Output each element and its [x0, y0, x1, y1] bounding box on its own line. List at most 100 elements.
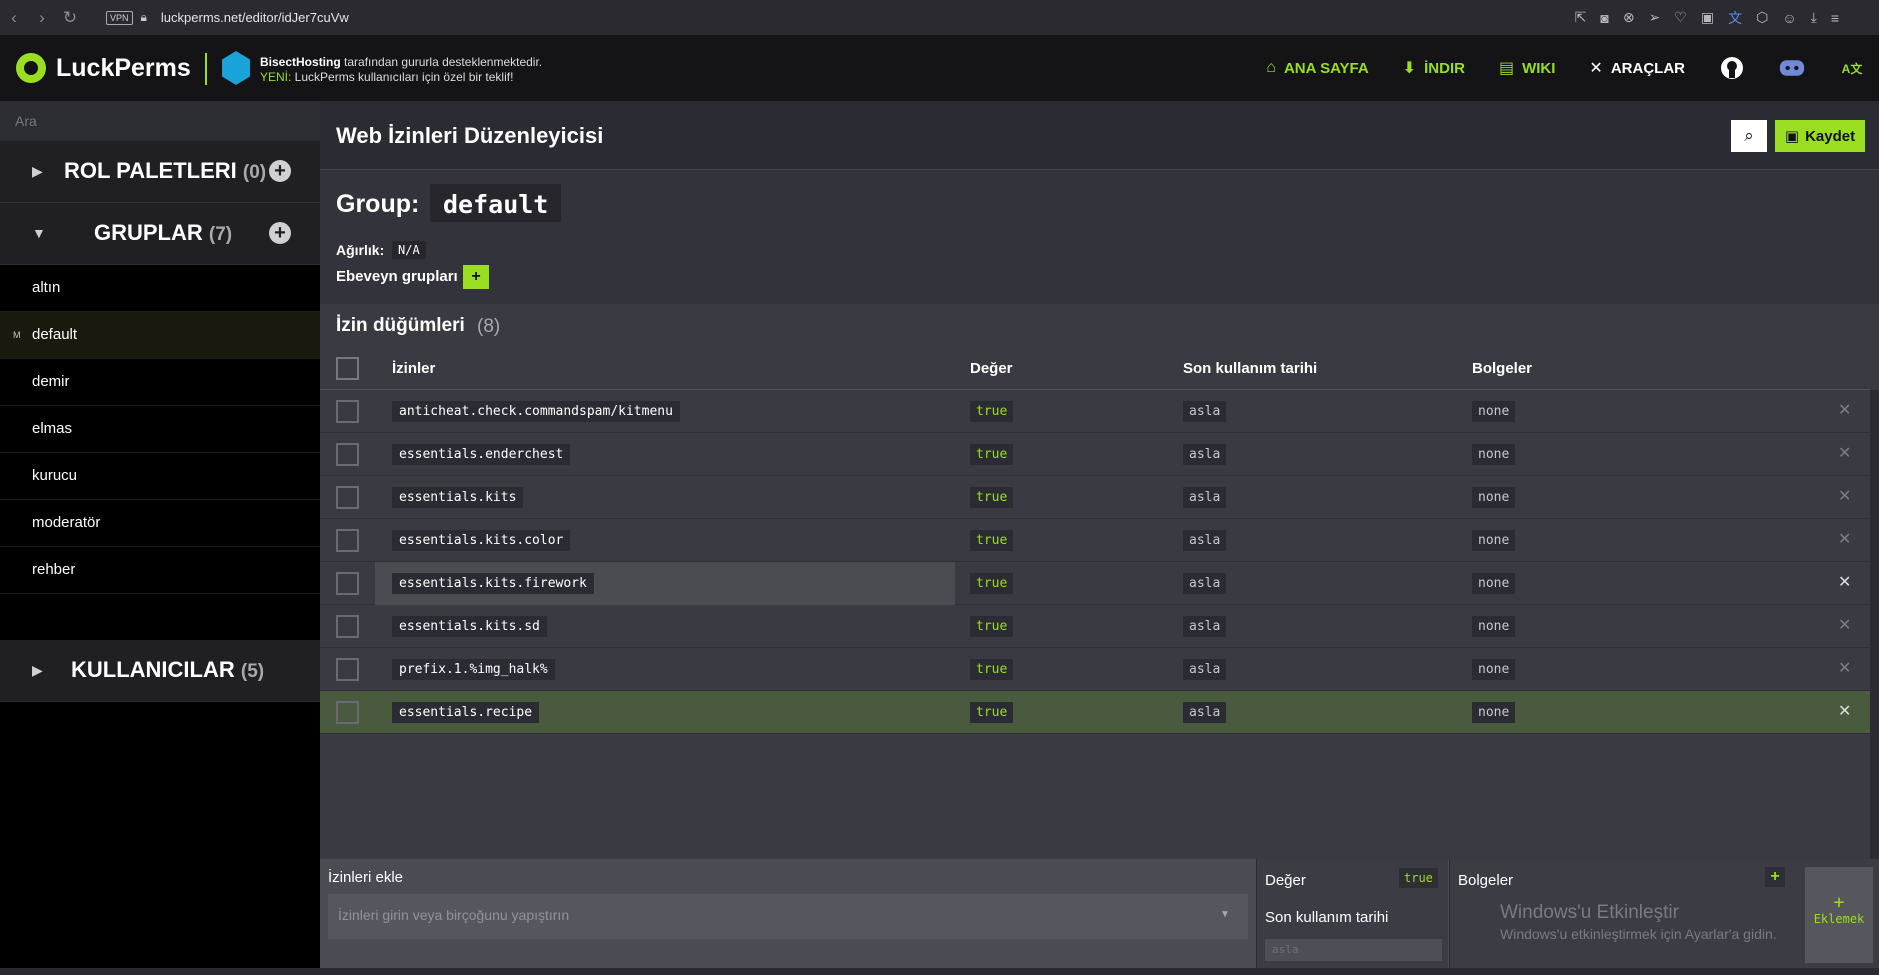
table-row[interactable]: essentials.kits true asla none ✕ — [320, 476, 1870, 519]
nav-tools[interactable]: ✕ ARAÇLAR — [1589, 58, 1685, 78]
group-item-moderator[interactable]: moderatör — [0, 500, 320, 547]
permission-value[interactable]: true — [970, 659, 1014, 680]
discord-icon[interactable] — [1779, 55, 1805, 81]
save-button[interactable]: ▣ Kaydet — [1775, 120, 1865, 152]
permission-value[interactable]: true — [970, 487, 1014, 508]
permission-contexts[interactable]: none — [1472, 401, 1516, 422]
profile-icon[interactable]: ☺ — [1782, 10, 1796, 26]
row-checkbox[interactable] — [336, 572, 359, 595]
menu-icon[interactable]: ≡ — [1831, 10, 1839, 26]
expiry-input[interactable]: asla — [1265, 939, 1442, 961]
back-icon[interactable]: ‹ — [0, 8, 28, 28]
weight-value[interactable]: N/A — [392, 241, 426, 259]
search-button[interactable]: ⌕ — [1731, 120, 1767, 152]
group-item-kurucu[interactable]: kurucu — [0, 453, 320, 500]
language-icon[interactable]: A文 — [1839, 55, 1865, 81]
permission-value[interactable]: true — [970, 401, 1014, 422]
group-item-rehber[interactable]: rehber — [0, 547, 320, 594]
table-row[interactable]: essentials.recipe true asla none ✕ — [320, 691, 1870, 734]
permission-node[interactable]: essentials.recipe — [392, 702, 540, 723]
reload-icon[interactable]: ↻ — [56, 8, 84, 28]
permission-node[interactable]: prefix.1.%img_halk% — [392, 659, 555, 680]
value-toggle[interactable]: true — [1399, 868, 1438, 888]
permission-expiry[interactable]: asla — [1183, 616, 1227, 637]
column-header-expiry[interactable]: Son kullanım tarihi — [1183, 360, 1317, 377]
permission-value[interactable]: true — [970, 444, 1014, 465]
permission-value[interactable]: true — [970, 530, 1014, 551]
permission-contexts[interactable]: none — [1472, 702, 1516, 723]
select-all-checkbox[interactable] — [336, 357, 359, 380]
permission-node[interactable]: anticheat.check.commandspam/kitmenu — [392, 401, 680, 422]
camera-icon[interactable]: ◙ — [1600, 10, 1608, 26]
permission-value[interactable]: true — [970, 702, 1014, 723]
permission-expiry[interactable]: asla — [1183, 530, 1227, 551]
lock-icon[interactable]: 🔒︎ — [141, 10, 147, 25]
row-checkbox[interactable] — [336, 615, 359, 638]
sidebar-section-users[interactable]: ▶ KULLANICILAR (5) — [0, 640, 320, 702]
table-row[interactable]: essentials.kits.sd true asla none ✕ — [320, 605, 1870, 648]
chevron-down-icon[interactable]: ▼ — [1220, 909, 1230, 920]
row-checkbox[interactable] — [336, 486, 359, 509]
table-row[interactable]: anticheat.check.commandspam/kitmenu true… — [320, 390, 1870, 433]
permission-expiry[interactable]: asla — [1183, 659, 1227, 680]
table-row[interactable]: essentials.enderchest true asla none ✕ — [320, 433, 1870, 476]
permission-node[interactable]: essentials.kits.sd — [392, 616, 547, 637]
permission-expiry[interactable]: asla — [1183, 573, 1227, 594]
share-icon[interactable]: ⇱ — [1575, 9, 1587, 26]
delete-icon[interactable]: ✕ — [1838, 400, 1851, 420]
permission-contexts[interactable]: none — [1472, 573, 1516, 594]
row-checkbox[interactable] — [336, 701, 359, 724]
column-header-contexts[interactable]: Bolgeler — [1472, 360, 1532, 377]
permission-node[interactable]: essentials.kits.color — [392, 530, 571, 551]
column-header-permission[interactable]: İzinler — [392, 360, 435, 377]
send-icon[interactable]: ➢ — [1649, 9, 1661, 26]
add-track-icon[interactable]: + — [269, 160, 291, 182]
luckperms-logo-icon[interactable] — [16, 53, 46, 83]
row-checkbox[interactable] — [336, 529, 359, 552]
permission-node[interactable]: essentials.kits — [392, 487, 524, 508]
delete-icon[interactable]: ✕ — [1838, 443, 1851, 463]
cube-icon[interactable]: ⬡ — [1756, 9, 1768, 26]
row-checkbox[interactable] — [336, 658, 359, 681]
table-row[interactable]: essentials.kits.firework true asla none … — [320, 562, 1870, 605]
add-context-button[interactable]: + — [1765, 867, 1785, 887]
group-item-altin[interactable]: altın — [0, 265, 320, 312]
row-checkbox[interactable] — [336, 443, 359, 466]
add-permission-button[interactable]: + Eklemek — [1805, 867, 1873, 963]
heart-icon[interactable]: ♡ — [1674, 9, 1687, 26]
group-item-default[interactable]: Mdefault — [0, 312, 320, 359]
delete-icon[interactable]: ✕ — [1838, 658, 1851, 678]
delete-icon[interactable]: ✕ — [1838, 615, 1851, 635]
permission-expiry[interactable]: asla — [1183, 401, 1227, 422]
translate-icon[interactable]: 文 — [1728, 8, 1742, 28]
permission-contexts[interactable]: none — [1472, 444, 1516, 465]
group-item-elmas[interactable]: elmas — [0, 406, 320, 453]
delete-icon[interactable]: ✕ — [1838, 529, 1851, 549]
nav-download[interactable]: ⬇ İNDIR — [1403, 58, 1465, 78]
table-row[interactable]: prefix.1.%img_halk% true asla none ✕ — [320, 648, 1870, 691]
row-checkbox[interactable] — [336, 400, 359, 423]
table-row[interactable]: essentials.kits.color true asla none ✕ — [320, 519, 1870, 562]
add-parent-button[interactable]: + — [463, 265, 489, 289]
forward-icon[interactable]: › — [28, 8, 56, 28]
permission-expiry[interactable]: asla — [1183, 702, 1227, 723]
logo-text[interactable]: LuckPerms — [56, 54, 191, 83]
permission-contexts[interactable]: none — [1472, 530, 1516, 551]
group-name[interactable]: default — [430, 184, 562, 222]
download-icon[interactable]: ⤓ — [1811, 9, 1817, 26]
delete-icon[interactable]: ✕ — [1838, 572, 1851, 592]
nav-home[interactable]: ⌂ ANA SAYFA — [1266, 59, 1368, 77]
github-icon[interactable] — [1719, 55, 1745, 81]
delete-icon[interactable]: ✕ — [1838, 701, 1851, 721]
permission-value[interactable]: true — [970, 616, 1014, 637]
permission-value[interactable]: true — [970, 573, 1014, 594]
permission-node[interactable]: essentials.kits.firework — [392, 573, 594, 594]
address-bar[interactable]: luckperms.net/editor/idJer7cuVw — [161, 10, 349, 25]
block-icon[interactable]: ⊗ — [1623, 9, 1635, 26]
vpn-badge[interactable]: VPN — [106, 10, 133, 25]
permission-expiry[interactable]: asla — [1183, 487, 1227, 508]
add-group-icon[interactable]: + — [269, 222, 291, 244]
sponsor-text[interactable]: BisectHosting tarafından gururla destekl… — [260, 55, 542, 69]
permission-contexts[interactable]: none — [1472, 616, 1516, 637]
column-header-value[interactable]: Değer — [970, 360, 1013, 377]
